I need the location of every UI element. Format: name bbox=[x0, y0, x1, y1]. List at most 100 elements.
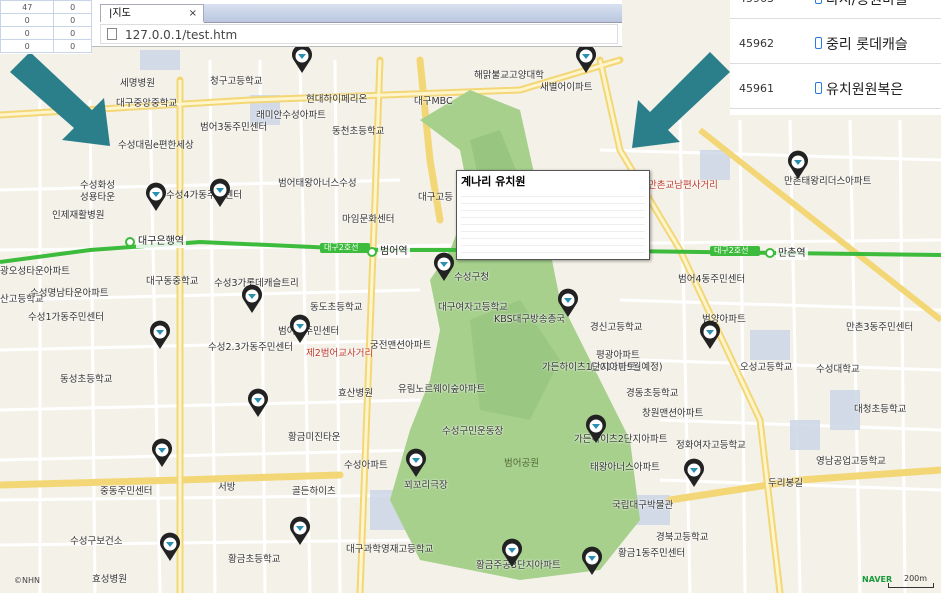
map-label: 골든하이츠 bbox=[292, 486, 336, 497]
phone-icon bbox=[815, 0, 822, 4]
map-label: 대구MBC bbox=[414, 96, 453, 107]
popup-title: 계나리 유치원 bbox=[461, 175, 526, 188]
map-label: 꾀꼬리극장 bbox=[404, 480, 448, 491]
copyright: ©NHN bbox=[14, 576, 40, 585]
map-label: 수성대학교 bbox=[816, 364, 860, 375]
map-label: 태왕아너스아파트 bbox=[590, 462, 660, 473]
list-item-text: 유치원원복은 bbox=[826, 82, 904, 98]
table-cell: 0 bbox=[0, 26, 55, 40]
table-cell: 0 bbox=[53, 39, 92, 53]
table-cell: 0 bbox=[0, 13, 55, 27]
map-label: 래미안수성아파트 bbox=[256, 110, 326, 121]
map-label: 범어태왕아너스수성 bbox=[278, 178, 357, 189]
subway-line-label: 대구2호선 bbox=[324, 243, 359, 252]
map-label: 대구과학영재고등학교 bbox=[346, 544, 434, 555]
close-icon[interactable]: × bbox=[189, 5, 197, 23]
address-text: 127.0.0.1/test.htm bbox=[125, 28, 238, 42]
list-item-id: 45961 bbox=[739, 82, 774, 95]
map-label: 정화여자고등학교 bbox=[676, 440, 746, 451]
map-label: 황금1동주민센터 bbox=[618, 548, 686, 559]
station-label: 범어역 bbox=[378, 246, 410, 258]
list-item-id: 45962 bbox=[739, 37, 774, 50]
map-label: 대청초등학교 bbox=[854, 404, 907, 415]
list-item-id: 45963 bbox=[739, 0, 774, 5]
popup-row bbox=[461, 245, 645, 253]
map-label: 만촌교남편사거리 bbox=[648, 180, 718, 191]
map-label: 수성대림e편한세상 bbox=[118, 140, 194, 151]
table-cell: 0 bbox=[53, 13, 92, 27]
map-label: 가든하이츠2단지아파트 bbox=[574, 434, 668, 445]
map-label: 마임문화센터 bbox=[342, 214, 395, 225]
station-label: 대구은행역 bbox=[136, 236, 186, 248]
map-label: 만촌3동주민센터 bbox=[846, 322, 914, 333]
map-label: 영남공업고등학교 bbox=[816, 456, 886, 467]
map-label: 대구고등 bbox=[418, 192, 453, 203]
list-item-text: 다시/공원마을 bbox=[826, 0, 908, 8]
map-label: 범어공원 bbox=[504, 458, 539, 469]
map-label: 대구여자고등학교 bbox=[438, 302, 508, 313]
scale-bar bbox=[888, 583, 934, 588]
map-label: 해맑불교고양대학 bbox=[474, 70, 544, 81]
table-cell: 0 bbox=[53, 0, 92, 14]
map-label: 광오성타운아파트 bbox=[0, 266, 70, 277]
map-label: 산고등학교 bbox=[0, 294, 44, 305]
info-popup[interactable]: 계나리 유치원 bbox=[456, 170, 650, 260]
map-label: 경신고등학교 bbox=[590, 322, 643, 333]
map-label: 인제재활병원 bbox=[52, 210, 105, 221]
map-label: 범어3동주민센터 bbox=[200, 122, 268, 133]
map-label: 제2범어교사거리 bbox=[306, 348, 374, 359]
map-label: 서방 bbox=[218, 482, 236, 493]
map-label: 황금초등학교 bbox=[228, 554, 281, 565]
left-table-fragment: 47 0 00 00 00 bbox=[0, 0, 92, 54]
result-list: 45963 다시/공원마을 45962 중리 롯데캐슬 45961 유치원원복은 bbox=[730, 0, 941, 115]
map-label: 황금주공3단지아파트 bbox=[476, 560, 561, 571]
map-label: 창원맨션아파트 bbox=[642, 408, 704, 419]
list-item-text: 중리 롯데캐슬 bbox=[826, 37, 908, 53]
tab-title: |지도 bbox=[109, 8, 131, 19]
scale-label: 200m bbox=[904, 574, 928, 583]
map-label: 동천초등학교 bbox=[332, 126, 385, 137]
list-item[interactable]: 45961 유치원원복은 bbox=[730, 72, 941, 109]
map-label: 새별어이파트 bbox=[540, 82, 593, 93]
map-label: 경북고등학교 bbox=[656, 532, 709, 543]
map-label: 수성구청 bbox=[454, 272, 489, 283]
phone-icon bbox=[815, 82, 822, 94]
map-label: 세명병원 bbox=[120, 78, 155, 89]
map-label: 두리봉길 bbox=[768, 478, 803, 489]
map-label: 만촌태왕리더스아파트 bbox=[784, 176, 872, 187]
address-bar[interactable]: 127.0.0.1/test.htm bbox=[100, 24, 618, 44]
station-label: 만촌역 bbox=[776, 248, 808, 260]
map-label: 수성3가롯데캐슬트리 bbox=[214, 278, 299, 289]
map-label: 중동주민센터 bbox=[100, 486, 153, 497]
map-label: 범양아파트 bbox=[702, 314, 746, 325]
map-label: 수성화성 bbox=[80, 180, 115, 191]
map-label: 오성고등학교 bbox=[740, 362, 793, 373]
map-label: 궁전맨션아파트 bbox=[370, 340, 432, 351]
browser-tab[interactable]: |지도 × bbox=[100, 4, 204, 22]
map-label: 가든하이츠1단지아파트 bbox=[542, 362, 636, 373]
map-label: 국립대구박물관 bbox=[612, 500, 674, 511]
browser-window: |지도 × 127.0.0.1/test.htm bbox=[92, 0, 622, 47]
phone-icon bbox=[815, 37, 822, 49]
map-label: 청구고등학교 bbox=[210, 76, 263, 87]
list-item[interactable]: 45963 다시/공원마을 bbox=[730, 0, 941, 19]
map-label: 효산병원 bbox=[338, 388, 373, 399]
map-label: KBS대구방송총국 bbox=[494, 314, 566, 325]
map-label: 수성2.3가동주민센터 bbox=[208, 342, 294, 353]
map-label: 효성병원 bbox=[92, 574, 127, 585]
map-label: 수성아파트 bbox=[344, 460, 388, 471]
map-label: 범어4동주민센터 bbox=[678, 274, 746, 285]
map-label: 범어동주민센터 bbox=[278, 326, 340, 337]
map-label: 수성구민운동장 bbox=[442, 426, 504, 437]
list-item[interactable]: 45962 중리 롯데캐슬 bbox=[730, 27, 941, 64]
map-label: 동성초등학교 bbox=[60, 374, 113, 385]
map-label: 대구동중학교 bbox=[146, 276, 199, 287]
table-cell: 47 bbox=[0, 0, 55, 14]
subway-line-label: 대구2호선 bbox=[714, 246, 749, 255]
map-label: 동도초등학교 bbox=[310, 302, 363, 313]
map-label: 평광아파트 bbox=[596, 350, 640, 361]
map-label: 경동초등학교 bbox=[626, 388, 679, 399]
table-cell: 0 bbox=[0, 39, 55, 53]
table-cell: 0 bbox=[53, 26, 92, 40]
map-label: 유림노르웨이숲아파트 bbox=[398, 384, 486, 395]
